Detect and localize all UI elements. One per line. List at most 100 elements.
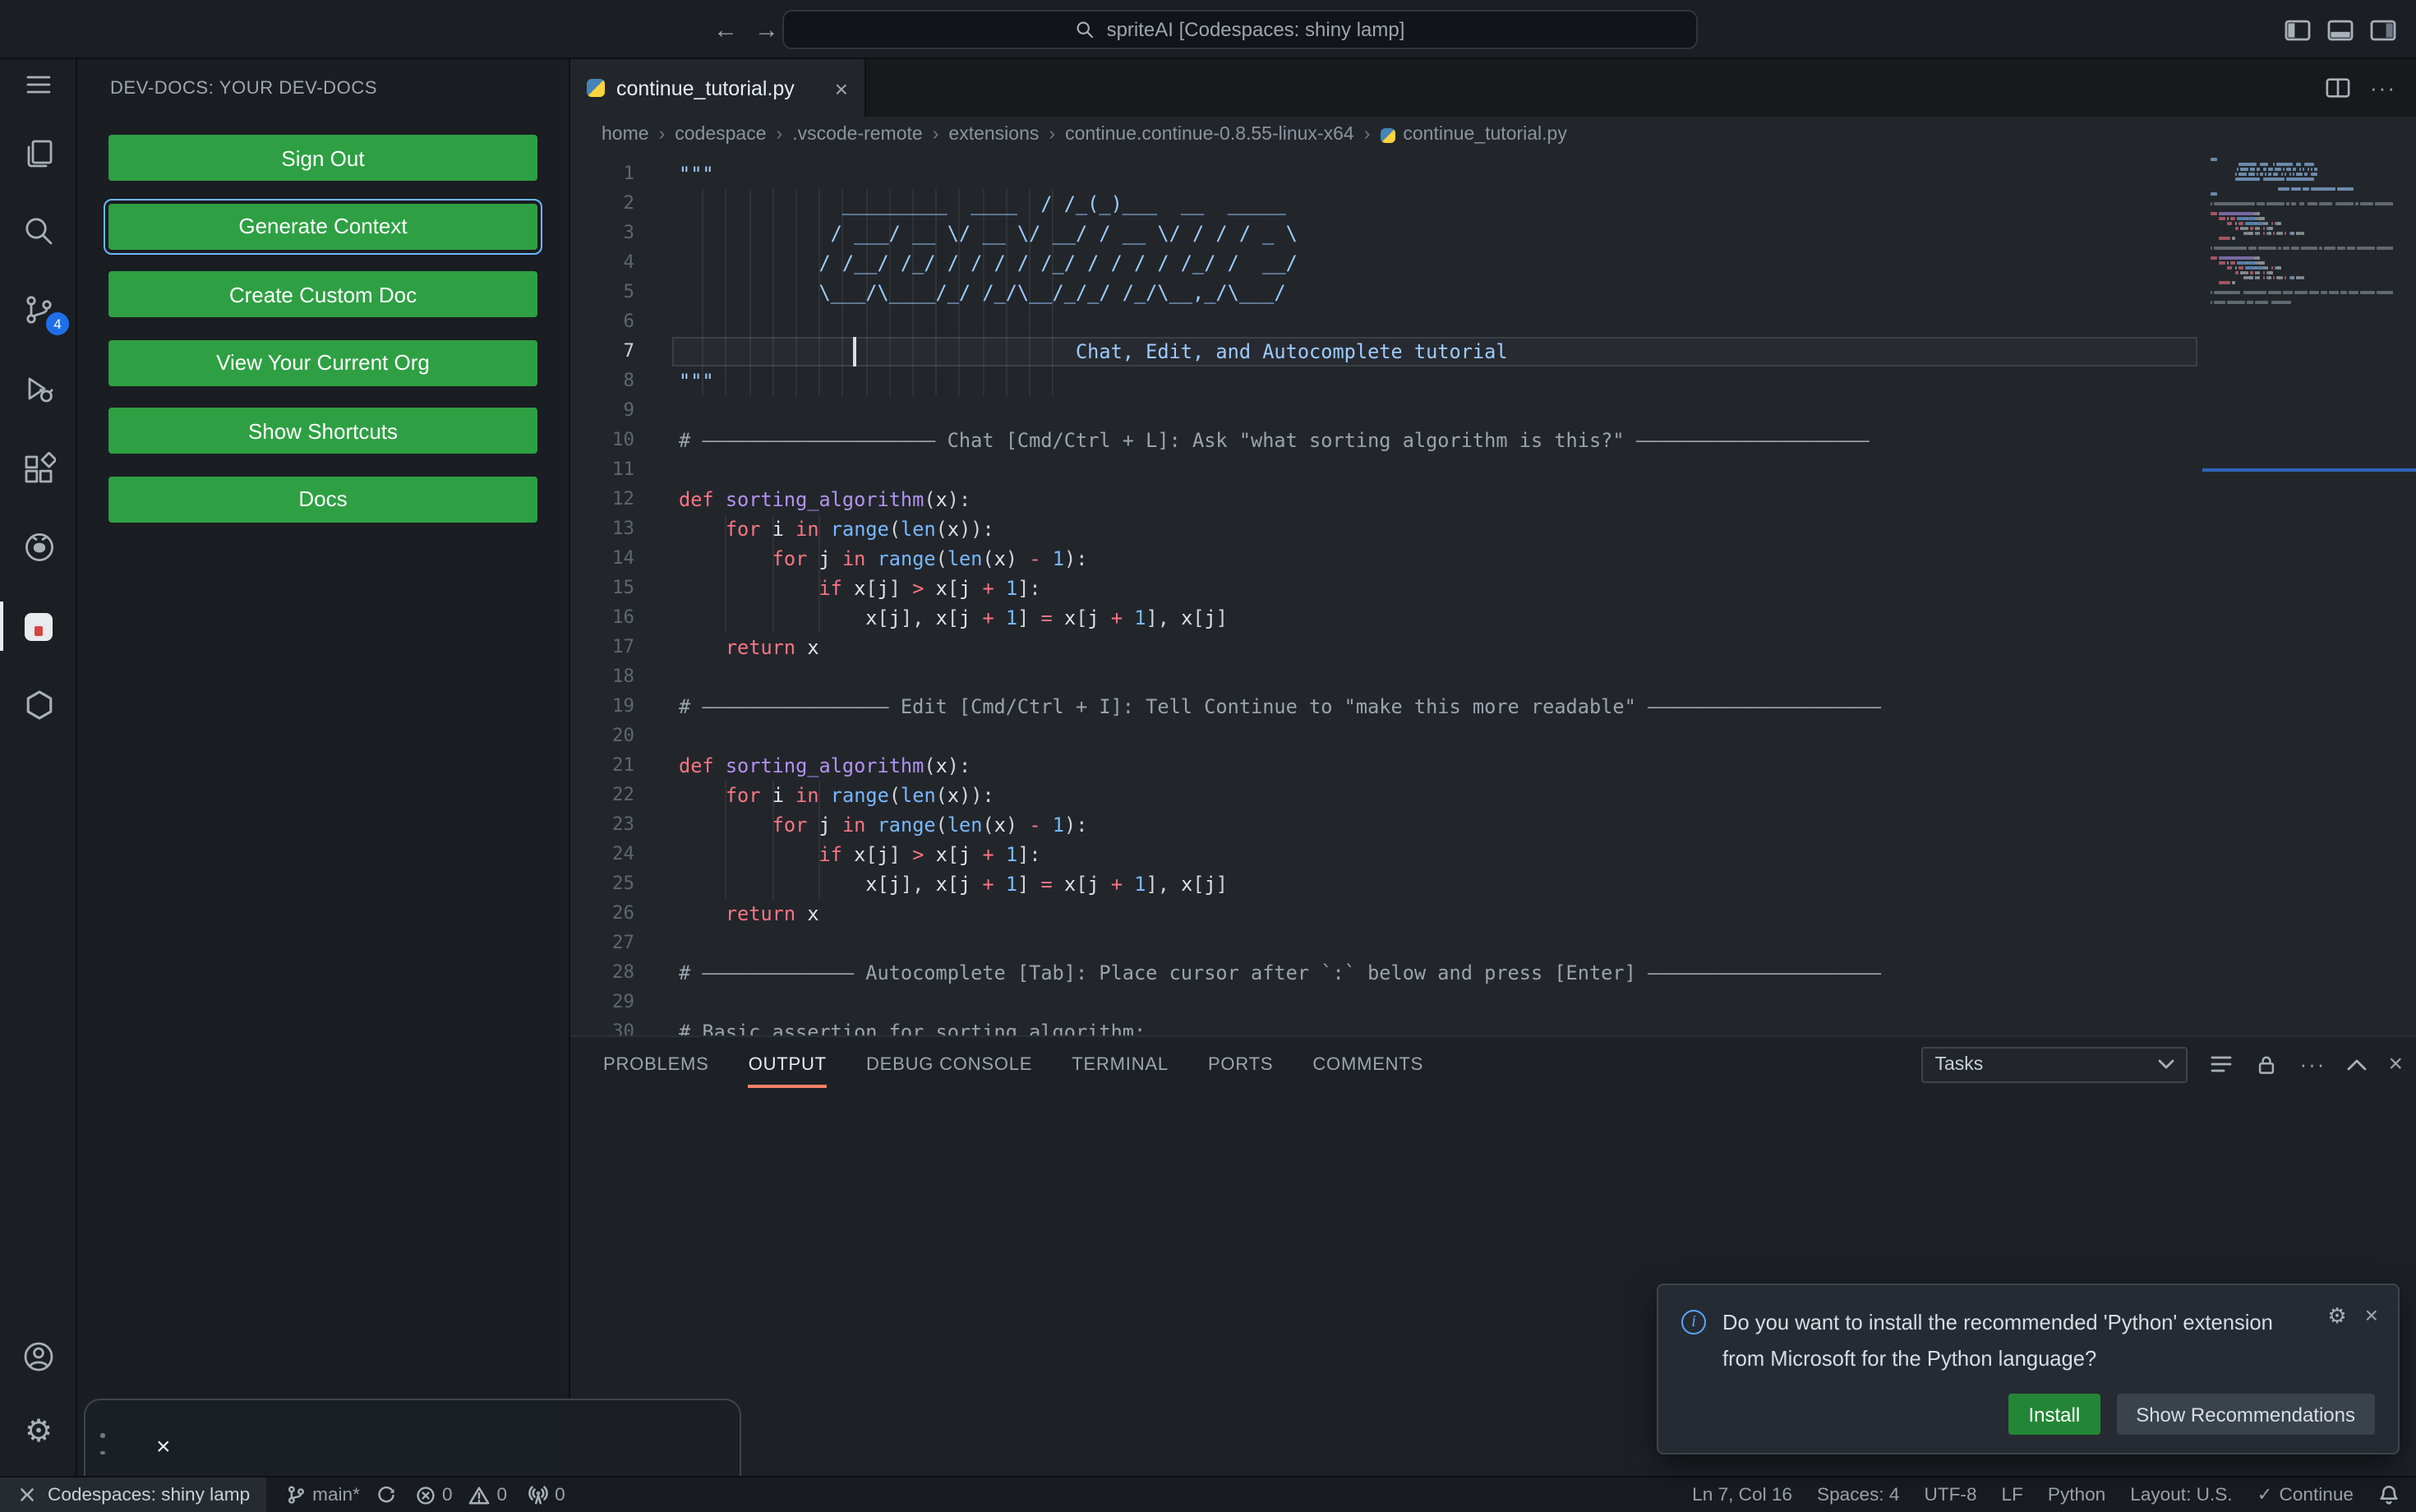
code-line-25[interactable]: 25 x[j], x[j + 1] = x[j + 1], x[j] [570, 869, 2416, 899]
code-line-15[interactable]: 15 if x[j] > x[j + 1]: [570, 574, 2416, 603]
code-line-26[interactable]: 26 return x [570, 899, 2416, 929]
clear-output-icon[interactable] [2209, 1053, 2234, 1075]
code-line-6[interactable]: 6 [570, 307, 2416, 337]
install-button[interactable]: Install [2008, 1394, 2100, 1435]
run-debug-icon[interactable] [0, 357, 77, 419]
notification-close-icon[interactable]: × [2365, 1302, 2378, 1328]
show-recommendations-button[interactable]: Show Recommendations [2116, 1394, 2375, 1435]
code-line-19[interactable]: 19 # ———————————————— Edit [Cmd/Ctrl + I]… [570, 692, 2416, 721]
output-channel-select[interactable]: Tasks [1921, 1046, 2188, 1082]
breadcrumb-item-continue-continue-0-8-55-linux-x64[interactable]: continue.continue-0.8.55-linux-x64 [1065, 125, 1354, 145]
layout-sidebar-left-icon[interactable] [2285, 19, 2311, 40]
extensions-icon[interactable] [0, 437, 77, 500]
notification-settings-gear-icon[interactable]: ⚙ [2327, 1304, 2346, 1325]
account-icon[interactable] [0, 1325, 77, 1387]
sidebar-button-sign-out[interactable]: Sign Out [108, 135, 537, 181]
code-line-28[interactable]: 28 # ————————————— Autocomplete [Tab]: Pl… [570, 958, 2416, 988]
tab-close-icon[interactable]: × [835, 76, 848, 99]
layout-sidebar-right-icon[interactable] [2370, 19, 2396, 40]
code-line-13[interactable]: 13 for i in range(len(x)): [570, 514, 2416, 544]
lock-icon[interactable] [2255, 1053, 2278, 1076]
remote-indicator[interactable]: Codespaces: shiny lamp [0, 1477, 267, 1512]
command-center-search[interactable]: spriteAI [Codespaces: shiny lamp] [782, 10, 1698, 49]
status-language[interactable]: Python [2048, 1485, 2105, 1505]
status-line-col[interactable]: Ln 7, Col 16 [1692, 1485, 1792, 1505]
code-line-30[interactable]: 30 # Basic assertion for sorting algorith… [570, 1017, 2416, 1035]
sidebar-button-docs[interactable]: Docs [108, 476, 537, 522]
panel-tab-debug-console[interactable]: DEBUG CONSOLE [866, 1054, 1032, 1074]
panel-tab-terminal[interactable]: TERMINAL [1072, 1054, 1169, 1074]
code-line-20[interactable]: 20 [570, 721, 2416, 751]
panel-tab-output[interactable]: OUTPUT [748, 1054, 827, 1087]
panel-more-icon[interactable]: ··· [2299, 1052, 2326, 1076]
code-line-14[interactable]: 14 for j in range(len(x) - 1): [570, 544, 2416, 574]
status-eol[interactable]: LF [2002, 1485, 2023, 1505]
info-icon: i [1681, 1310, 1706, 1335]
panel-tab-ports[interactable]: PORTS [1208, 1054, 1273, 1074]
more-actions-icon[interactable]: ··· [2370, 76, 2396, 100]
split-editor-icon[interactable] [2326, 77, 2350, 99]
github-icon[interactable] [0, 516, 77, 579]
git-branch-item[interactable]: main* [286, 1484, 360, 1505]
forward-arrow-icon[interactable]: → [754, 16, 779, 44]
activity-search-icon[interactable] [0, 199, 77, 261]
code-line-21[interactable]: 21 def sorting_algorithm(x): [570, 751, 2416, 781]
code-line-29[interactable]: 29 [570, 988, 2416, 1017]
sidebar-button-generate-context[interactable]: Generate Context [104, 198, 542, 254]
panel-close-icon[interactable]: × [2388, 1050, 2403, 1078]
tab-continue-tutorial[interactable]: continue_tutorial.py × [570, 59, 866, 117]
minimap[interactable] [2202, 158, 2393, 339]
settings-gear-icon[interactable]: ⚙ [0, 1400, 77, 1463]
code-line-7[interactable]: 7 Chat, Edit, and Autocomplete tutorial [570, 337, 2416, 366]
output-channel-value: Tasks [1934, 1054, 1984, 1074]
code-line-4[interactable]: 4 / /__/ /_/ / / / / /_/ / / / / /_/ / _… [570, 248, 2416, 278]
sync-icon[interactable] [376, 1485, 396, 1505]
back-arrow-icon[interactable]: ← [713, 16, 738, 44]
code-line-23[interactable]: 23 for j in range(len(x) - 1): [570, 810, 2416, 840]
sidebar-button-show-shortcuts[interactable]: Show Shortcuts [108, 408, 537, 454]
code-line-27[interactable]: 27 [570, 929, 2416, 958]
overlay-close-icon[interactable]: × [156, 1435, 171, 1459]
problems-item[interactable]: 0 0 [416, 1485, 507, 1505]
code-editor[interactable]: 1 """ 2 _________ ____ / /_(_)___ __ _____… [570, 153, 2416, 1035]
notifications-bell[interactable] [2378, 1484, 2400, 1505]
status-keyboard-layout[interactable]: Layout: U.S. [2130, 1485, 2232, 1505]
sidebar-button-view-your-current-org[interactable]: View Your Current Org [108, 339, 537, 385]
source-control-icon[interactable]: 4 [0, 278, 77, 340]
code-line-12[interactable]: 12 def sorting_algorithm(x): [570, 485, 2416, 514]
continue-icon[interactable] [0, 674, 77, 736]
layout-panel-icon[interactable] [2327, 19, 2354, 40]
line-number: 4 [623, 251, 635, 273]
code-line-5[interactable]: 5 \___/\____/_/ /_/\__/_/_/ /_/\__,_/\__… [570, 278, 2416, 307]
status-encoding[interactable]: UTF-8 [1925, 1485, 1977, 1505]
ports-item[interactable]: 0 [527, 1484, 565, 1505]
code-line-17[interactable]: 17 return x [570, 633, 2416, 662]
explorer-icon[interactable] [0, 122, 77, 184]
breadcrumb-item-extensions[interactable]: extensions [948, 125, 1039, 145]
code-line-3[interactable]: 3 / ___/ __ \/ __ \/ __/ / __ \/ / / / _… [570, 219, 2416, 248]
code-line-11[interactable]: 11 [570, 455, 2416, 485]
code-line-8[interactable]: 8 """ [570, 366, 2416, 396]
sidebar-button-create-custom-doc[interactable]: Create Custom Doc [108, 271, 537, 317]
breadcrumb-item-codespace[interactable]: codespace [675, 125, 766, 145]
breadcrumb-item-home[interactable]: home [602, 125, 649, 145]
breadcrumb-item-continue-tutorial-py[interactable]: continue_tutorial.py [1380, 125, 1567, 145]
menu-icon[interactable] [0, 53, 77, 115]
check-icon: ✓ [2257, 1486, 2273, 1505]
line-number: 27 [612, 932, 634, 953]
code-line-22[interactable]: 22 for i in range(len(x)): [570, 781, 2416, 810]
code-line-2[interactable]: 2 _________ ____ / /_(_)___ __ _____ [570, 189, 2416, 219]
code-line-18[interactable]: 18 [570, 662, 2416, 692]
code-line-24[interactable]: 24 if x[j] > x[j + 1]: [570, 840, 2416, 869]
status-indentation[interactable]: Spaces: 4 [1817, 1485, 1900, 1505]
dev-docs-icon[interactable] [0, 595, 77, 657]
chevron-up-icon[interactable] [2347, 1058, 2367, 1071]
panel-tab-comments[interactable]: COMMENTS [1312, 1054, 1423, 1074]
code-line-16[interactable]: 16 x[j], x[j + 1] = x[j + 1], x[j] [570, 603, 2416, 633]
status-continue[interactable]: ✓ Continue [2257, 1484, 2354, 1505]
panel-tab-problems[interactable]: PROBLEMS [603, 1054, 709, 1074]
breadcrumb-item-vscode-remote[interactable]: .vscode-remote [792, 125, 923, 145]
code-line-10[interactable]: 10 # ———————————————————— Chat [Cmd/Ctrl … [570, 426, 2416, 455]
code-line-1[interactable]: 1 """ [570, 159, 2416, 189]
code-line-9[interactable]: 9 [570, 396, 2416, 426]
